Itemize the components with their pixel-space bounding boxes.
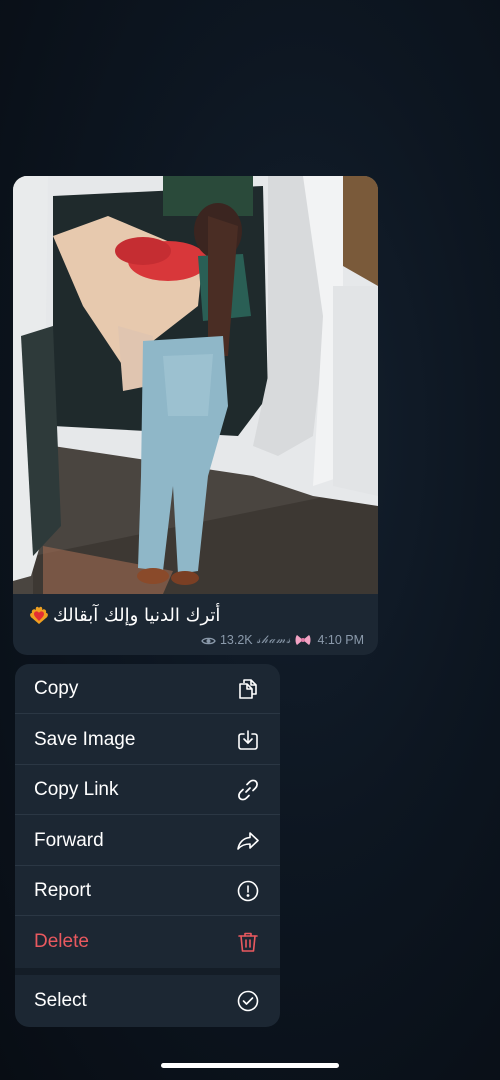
menu-item-label: Select <box>34 990 87 1011</box>
menu-item-select[interactable]: Select <box>15 976 280 1026</box>
menu-section-divider <box>15 968 280 975</box>
photo-illustration <box>13 176 378 594</box>
menu-item-label: Copy <box>34 677 79 699</box>
home-indicator[interactable] <box>161 1063 339 1068</box>
menu-item-label: Save Image <box>34 728 136 750</box>
menu-item-report[interactable]: Report <box>15 866 280 916</box>
caption-text: أترك الدنيا وإلك آبقالك <box>53 604 221 626</box>
view-count: 13.2K <box>219 633 253 647</box>
message-caption: أترك الدنيا وإلك آبقالك <box>29 602 364 628</box>
heart-on-fire-icon <box>29 605 49 625</box>
menu-item-label: Delete <box>34 931 89 952</box>
message-meta: 13.2K 𝓈𝒽𝒶𝓂𝓈 4:10 PM <box>201 631 364 649</box>
menu-item-copy[interactable]: Copy <box>15 664 280 714</box>
menu-item-label: Report <box>34 879 92 901</box>
copy-icon <box>236 677 260 701</box>
download-icon <box>236 728 260 752</box>
message-photo[interactable] <box>13 176 378 594</box>
forward-icon <box>236 829 260 853</box>
trash-icon <box>236 930 260 954</box>
message-time: 4:10 PM <box>317 633 364 647</box>
message-bubble[interactable]: أترك الدنيا وإلك آبقالك 13.2K 𝓈𝒽𝒶𝓂𝓈 4:10… <box>13 176 378 655</box>
menu-item-label: Forward <box>34 829 104 851</box>
link-icon <box>236 778 260 802</box>
check-circle-icon <box>236 989 260 1013</box>
menu-item-delete[interactable]: Delete <box>15 917 280 967</box>
ribbon-bow-icon <box>295 634 311 646</box>
context-menu: Copy Save Image Copy Link Forward Report… <box>15 664 280 1027</box>
menu-item-save-image[interactable]: Save Image <box>15 715 280 765</box>
eye-icon <box>201 635 216 645</box>
menu-item-forward[interactable]: Forward <box>15 816 280 866</box>
report-icon <box>236 879 260 903</box>
menu-item-copy-link[interactable]: Copy Link <box>15 765 280 815</box>
menu-item-label: Copy Link <box>34 778 119 800</box>
author-signature: 𝓈𝒽𝒶𝓂𝓈 <box>256 633 292 646</box>
